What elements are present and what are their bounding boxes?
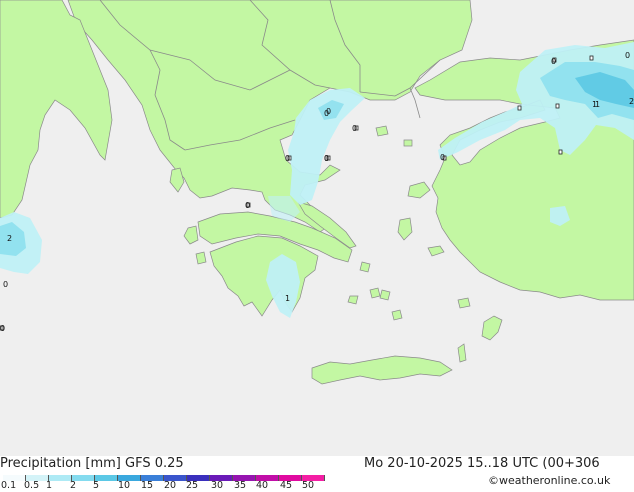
- label-0-ionian: 0: [3, 280, 8, 289]
- label-0-chalkidiki-east: 0: [324, 154, 329, 163]
- land-thasos: [375, 125, 389, 137]
- colorbar-tick-label: 50: [302, 480, 315, 491]
- land-samothrace: [403, 139, 413, 147]
- label-0-dardanelles: 0: [440, 153, 445, 162]
- marker-4: [517, 105, 522, 111]
- marker-2: [589, 55, 594, 61]
- colorbar-tick-label: 2: [70, 480, 77, 491]
- colorbar-tick-label: 30: [211, 480, 224, 491]
- colorbar-tick-label: 1: [46, 480, 53, 491]
- colorbar-tick-label: 20: [164, 480, 177, 491]
- land-kos: [457, 297, 471, 309]
- map-svg: 0 0 1 0 0 1 2 0 0 0 0 0 0 1 2 0 0: [0, 0, 634, 472]
- label-0-sicily-channel: 0: [0, 324, 5, 333]
- label-0-epirus: 0: [245, 201, 250, 210]
- valid-datetime: Mo 20-10-2025 15..18 UTC (00+306: [364, 456, 600, 471]
- precipitation-map: 0 0 1 0 0 1 2 0 0 0 0 0 0 1 2 0 0: [0, 0, 634, 472]
- label-0-black-sea: 0: [551, 57, 556, 66]
- label-0-black-sea-north: 0: [625, 51, 630, 60]
- colorbar-tick-label: 10: [118, 480, 131, 491]
- label-0-macedonia: 0: [352, 124, 357, 133]
- colorbar-ticks: 0.1 0.5 1 2 5 10 15 20 25 30 35 40 45 50: [0, 480, 340, 492]
- label-1-peloponnese: 1: [285, 294, 290, 303]
- colorbar-tick-label: 35: [234, 480, 247, 491]
- land-zakynthos: [195, 251, 207, 265]
- credit-link[interactable]: ©weatheronline.co.uk: [488, 474, 610, 487]
- colorbar-tick-label: 15: [141, 480, 154, 491]
- label-2-italy: 2: [7, 234, 12, 243]
- map-title: Precipitation [mm] GFS 0.25: [0, 456, 184, 471]
- colorbar-tick-label: 0.5: [24, 480, 40, 491]
- land-cyclades-4: [391, 309, 403, 321]
- land-cyclades-2: [379, 289, 391, 301]
- colorbar-tick-label: 25: [186, 480, 199, 491]
- colorbar-tick-label: 5: [93, 480, 100, 491]
- label-0-chalkidiki-west: 0: [285, 154, 290, 163]
- colorbar-tick-label: 40: [256, 480, 269, 491]
- label-0-anatolia-inland: 0: [326, 107, 331, 116]
- colorbar-tick-label: 0.1: [1, 480, 17, 491]
- label-2-anatolia-edge: 2: [629, 97, 634, 106]
- land-cyclades-5: [359, 261, 371, 273]
- marker-3: [555, 103, 560, 109]
- label-1-anatolia-coast: 1: [595, 100, 600, 109]
- colorbar-tick-label: 45: [280, 480, 293, 491]
- land-cyclades-1: [369, 287, 381, 299]
- marker-5: [558, 149, 563, 155]
